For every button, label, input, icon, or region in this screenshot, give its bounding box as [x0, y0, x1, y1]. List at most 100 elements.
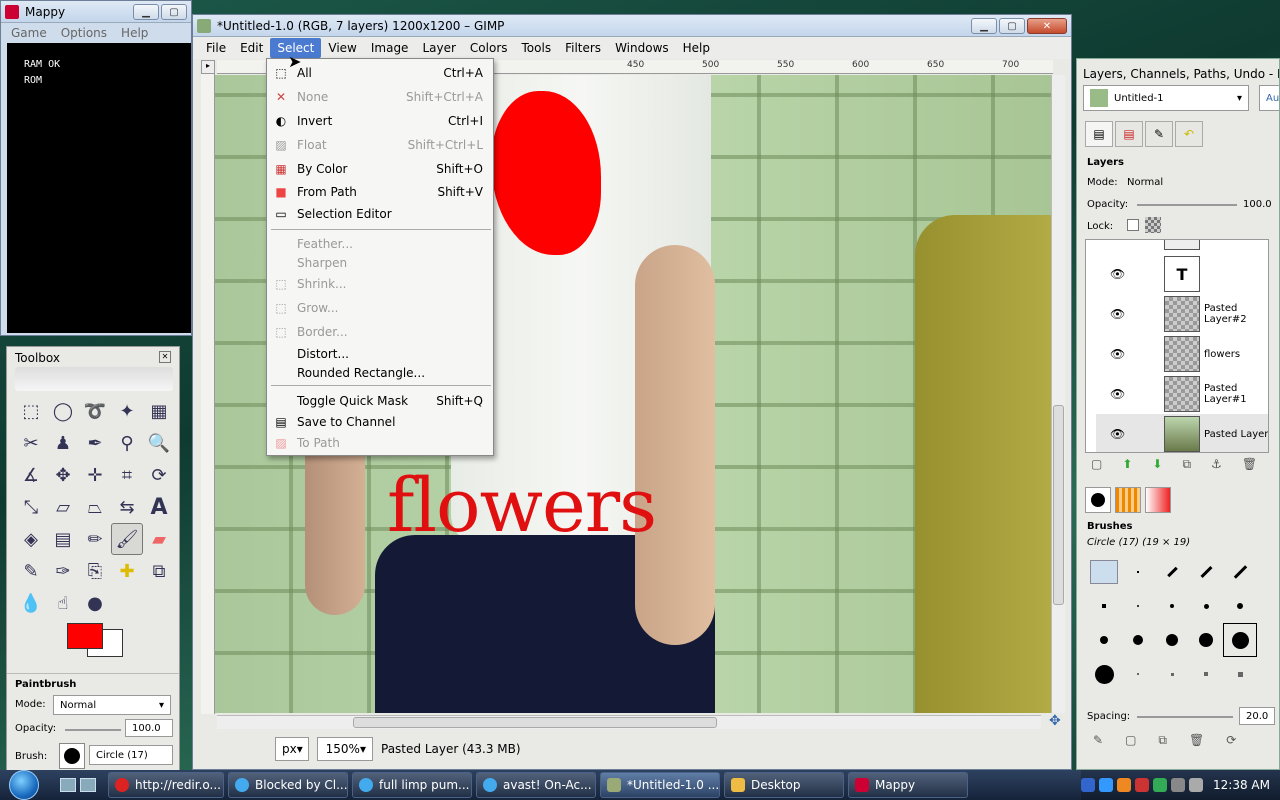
- shear-icon[interactable]: ▱: [47, 491, 79, 523]
- mappy-menu-help[interactable]: Help: [121, 26, 148, 40]
- menu-colors[interactable]: Colors: [463, 38, 515, 58]
- perspective-clone-icon[interactable]: ⧉: [143, 555, 175, 587]
- gimp-close-button[interactable]: ✕: [1027, 18, 1067, 34]
- patterns-tab-icon[interactable]: [1115, 487, 1141, 513]
- mappy-menu-options[interactable]: Options: [61, 26, 107, 40]
- quick-menu-icon[interactable]: ▸: [201, 60, 215, 74]
- menu-item-feather[interactable]: Feather...: [267, 234, 493, 254]
- layer-row[interactable]: 👁 flowers: [1096, 334, 1268, 374]
- dodge-burn-icon[interactable]: ●: [79, 587, 111, 619]
- menu-item-none[interactable]: ✕ None Shift+Ctrl+A: [267, 87, 493, 107]
- menu-item-from-path[interactable]: ■ From Path Shift+V: [267, 182, 493, 202]
- blur-icon[interactable]: 💧: [15, 587, 47, 619]
- horizontal-scrollbar[interactable]: [217, 715, 1041, 729]
- brush-item[interactable]: [1189, 589, 1223, 623]
- menu-view[interactable]: View: [321, 38, 363, 58]
- layers-mode-value[interactable]: Normal: [1127, 177, 1163, 188]
- image-select[interactable]: Untitled-1 ▾: [1083, 85, 1249, 111]
- eye-icon[interactable]: 👁: [1110, 427, 1125, 441]
- pencil-icon[interactable]: ✏: [79, 523, 111, 555]
- brush-item[interactable]: [1223, 657, 1257, 691]
- brush-item[interactable]: [1155, 555, 1189, 589]
- clock[interactable]: 12:38 AM: [1213, 778, 1270, 792]
- menu-layer[interactable]: Layer: [415, 38, 462, 58]
- brush-item[interactable]: [1155, 589, 1189, 623]
- move-icon[interactable]: ✥: [47, 459, 79, 491]
- brush-item[interactable]: [1121, 657, 1155, 691]
- auto-button[interactable]: Auto: [1259, 85, 1279, 111]
- brush-item[interactable]: [1087, 657, 1121, 691]
- tray-icon[interactable]: [1135, 778, 1150, 792]
- color-select-icon[interactable]: ▦: [143, 395, 175, 427]
- foreground-select-icon[interactable]: ♟: [47, 427, 79, 459]
- eye-icon[interactable]: 👁: [1110, 347, 1125, 361]
- ink-icon[interactable]: ✑: [47, 555, 79, 587]
- taskbar-item[interactable]: Blocked by Cl...: [228, 772, 348, 798]
- unit-select[interactable]: px ▾: [275, 737, 309, 761]
- brush-item[interactable]: [1155, 657, 1189, 691]
- taskbar-item-active[interactable]: *Untitled-1.0 ...: [600, 772, 720, 798]
- undo-tab-icon[interactable]: ↶: [1175, 121, 1203, 147]
- vertical-scroll-thumb[interactable]: [1053, 405, 1064, 605]
- airbrush-icon[interactable]: ✎: [15, 555, 47, 587]
- menu-help[interactable]: Help: [676, 38, 717, 58]
- brush-item[interactable]: [1223, 555, 1257, 589]
- menu-item-grow[interactable]: ⬚ Grow...: [267, 298, 493, 318]
- taskbar-item[interactable]: full limp pum...: [352, 772, 472, 798]
- brush-item[interactable]: [1121, 589, 1155, 623]
- switch-windows-icon[interactable]: [80, 778, 96, 792]
- opacity-slider[interactable]: [65, 729, 121, 731]
- menu-item-selection-editor[interactable]: ▭ Selection Editor: [267, 204, 493, 224]
- rotate-icon[interactable]: ⟳: [143, 459, 175, 491]
- spacing-slider[interactable]: [1137, 716, 1233, 718]
- brush-item[interactable]: [1087, 589, 1121, 623]
- horizontal-scroll-thumb[interactable]: [353, 717, 717, 728]
- gimp-titlebar[interactable]: *Untitled-1.0 (RGB, 7 layers) 1200x1200 …: [193, 15, 1071, 37]
- layer-row[interactable]: 👁 T: [1096, 254, 1268, 294]
- eye-icon[interactable]: 👁: [1110, 307, 1125, 321]
- flip-icon[interactable]: ⇆: [111, 491, 143, 523]
- menu-item-toggle-quick-mask[interactable]: Toggle Quick Mask Shift+Q: [267, 391, 493, 411]
- delete-layer-icon[interactable]: 🗑: [1242, 457, 1257, 472]
- tray-icon[interactable]: [1099, 778, 1114, 792]
- refresh-brushes-icon[interactable]: ⟳: [1226, 733, 1236, 748]
- measure-icon[interactable]: ∡: [15, 459, 47, 491]
- menu-edit[interactable]: Edit: [233, 38, 270, 58]
- paintbrush-icon[interactable]: 🖌: [111, 523, 143, 555]
- brush-preview[interactable]: [59, 743, 85, 769]
- gimp-maximize-button[interactable]: ▢: [999, 18, 1025, 34]
- lock-alpha-checkbox[interactable]: [1127, 219, 1139, 231]
- layer-row-selected[interactable]: 👁 Pasted Layer: [1096, 414, 1268, 452]
- show-desktop-icon[interactable]: [60, 778, 76, 792]
- brush-item[interactable]: [1121, 623, 1155, 657]
- mappy-menu-game[interactable]: Game: [11, 26, 47, 40]
- brush-item[interactable]: [1155, 623, 1189, 657]
- text-tool-icon[interactable]: A: [143, 491, 175, 523]
- scissors-icon[interactable]: ✂: [15, 427, 47, 459]
- layers-opacity-value[interactable]: 100.0: [1243, 199, 1272, 210]
- opacity-field[interactable]: 100.0: [125, 719, 173, 737]
- start-button[interactable]: [0, 770, 48, 800]
- brushes-tab-icon[interactable]: [1085, 487, 1111, 513]
- anchor-layer-icon[interactable]: ⚓: [1211, 457, 1222, 472]
- mode-select[interactable]: Normal ▾: [53, 695, 171, 715]
- vertical-scrollbar[interactable]: [1051, 75, 1065, 713]
- blend-icon[interactable]: ▤: [47, 523, 79, 555]
- zoom-select[interactable]: 150% ▾: [317, 737, 373, 761]
- menu-item-save-to-channel[interactable]: ▤ Save to Channel: [267, 412, 493, 432]
- navigate-icon[interactable]: ✥: [1049, 713, 1061, 729]
- taskbar-item[interactable]: http://redir.o...: [108, 772, 224, 798]
- heal-icon[interactable]: ✚: [111, 555, 143, 587]
- delete-brush-icon[interactable]: 🗑: [1189, 733, 1204, 748]
- perspective-icon[interactable]: ⏢: [79, 491, 111, 523]
- menu-item-by-color[interactable]: ▦ By Color Shift+O: [267, 159, 493, 179]
- new-layer-icon[interactable]: ▢: [1091, 457, 1102, 472]
- zoom-icon[interactable]: 🔍: [143, 427, 175, 459]
- volume-icon[interactable]: [1189, 778, 1204, 792]
- brush-item[interactable]: [1189, 623, 1223, 657]
- menu-item-distort[interactable]: Distort...: [267, 344, 493, 364]
- menu-item-shrink[interactable]: ⬚ Shrink...: [267, 274, 493, 294]
- brush-item[interactable]: [1189, 555, 1223, 589]
- ellipse-select-icon[interactable]: ◯: [47, 395, 79, 427]
- scale-icon[interactable]: ⤡: [15, 491, 47, 523]
